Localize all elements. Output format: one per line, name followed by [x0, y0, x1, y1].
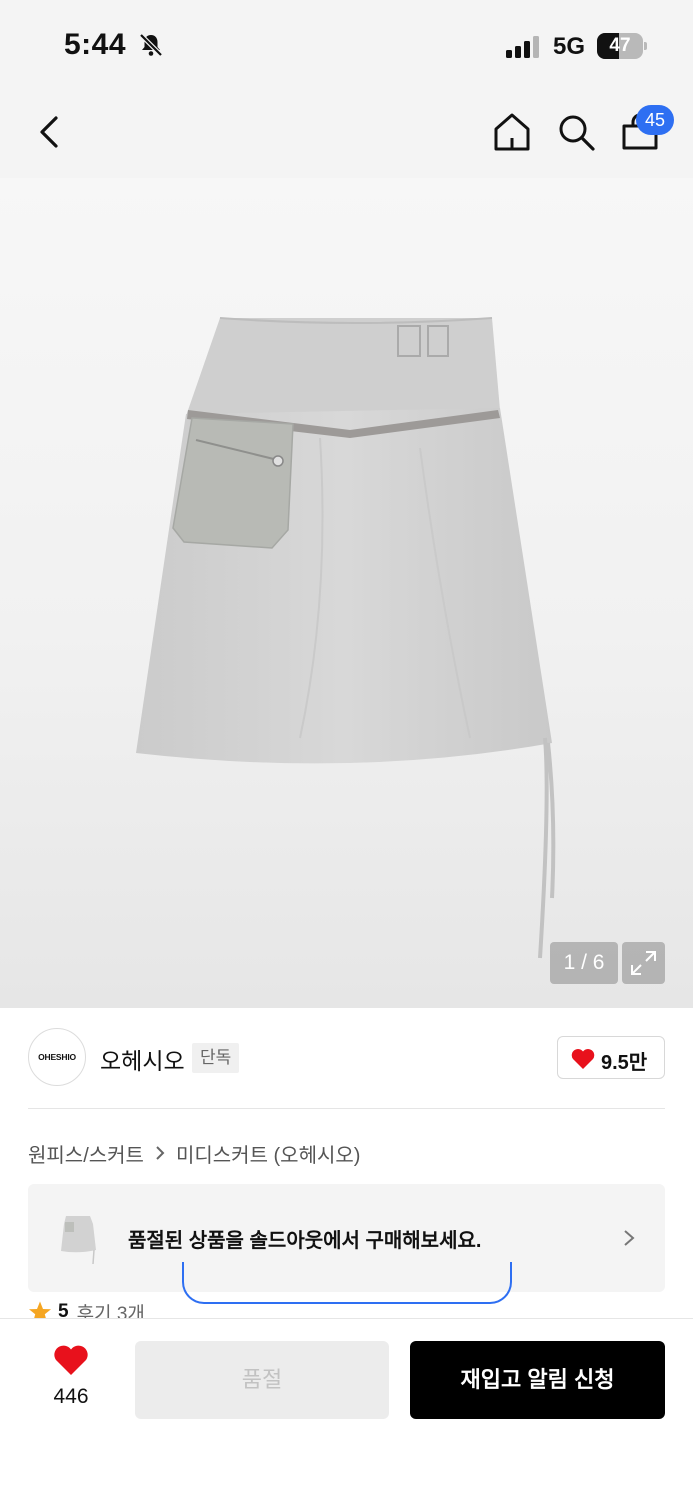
signal-icon	[506, 36, 539, 58]
cart-count-badge: 45	[636, 105, 674, 135]
divider	[28, 1108, 665, 1109]
product-image	[136, 317, 556, 959]
breadcrumb-subcategory[interactable]: 미디스커트 (오헤시오)	[176, 1139, 360, 1168]
breadcrumb-category[interactable]: 원피스/스커트	[28, 1139, 144, 1168]
network-label: 5G	[553, 33, 586, 60]
product-image-gallery[interactable]: 1 / 6	[0, 178, 693, 1008]
status-time: 5:44	[64, 28, 127, 61]
status-bar: 5:44 5G 47	[0, 0, 693, 88]
product-thumbnail	[61, 1216, 96, 1265]
back-icon[interactable]	[30, 110, 70, 154]
wishlist-count: 446	[53, 1385, 89, 1408]
brand-like-button[interactable]: 9.5만	[557, 1036, 665, 1079]
gallery-page-indicator: 1 / 6	[550, 942, 618, 984]
exclusive-badge: 단독	[192, 1043, 240, 1073]
brand-logo[interactable]: OHESHIO	[28, 1028, 86, 1086]
heart-icon	[54, 1345, 88, 1375]
soldout-button: 품절	[135, 1341, 389, 1419]
soldout-banner-text: 품절된 상품을 솔드아웃에서 구매해보세요.	[128, 1230, 482, 1252]
heart-icon	[571, 1049, 595, 1069]
wishlist-button[interactable]: 446	[40, 1341, 102, 1411]
top-nav: 45	[0, 88, 693, 178]
search-icon[interactable]	[554, 110, 598, 154]
chevron-right-icon	[156, 1146, 165, 1160]
battery-icon: 47	[597, 33, 647, 59]
battery-level: 47	[609, 35, 631, 56]
bell-muted-icon	[139, 33, 163, 57]
expand-icon[interactable]	[622, 942, 665, 984]
chevron-right-icon	[624, 1230, 635, 1246]
restock-alert-button[interactable]: 재입고 알림 신청	[410, 1341, 665, 1419]
coupon-button-partial[interactable]	[182, 1262, 512, 1304]
home-icon[interactable]	[490, 110, 534, 154]
bottom-action-bar: 446 품절 재입고 알림 신청	[0, 1318, 693, 1500]
brand-name[interactable]: 오헤시오	[100, 1042, 185, 1076]
breadcrumb: 원피스/스커트 미디스커트 (오헤시오)	[28, 1139, 360, 1168]
brand-like-count: 9.5만	[601, 1052, 648, 1074]
